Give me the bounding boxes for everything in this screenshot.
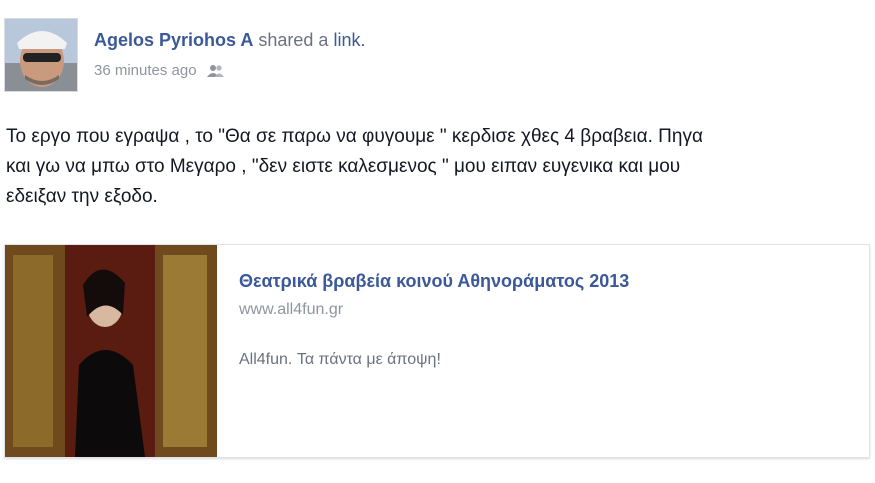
post-body-line: Το εργο που εγραψα , το "Θα σε παρω να φ… — [6, 126, 703, 147]
shared-link-word[interactable]: link. — [333, 30, 365, 50]
post-body-line: εδειξαν την εξοδο. — [6, 186, 158, 207]
shared-link-description: All4fun. Τα πάντα με άποψη! — [239, 351, 441, 368]
author-avatar[interactable] — [4, 18, 78, 92]
shared-link-thumbnail[interactable] — [5, 245, 217, 457]
shared-link-domain: www.all4fun.gr — [239, 301, 344, 318]
story-meta: 36 minutes ago — [94, 62, 225, 79]
friends-icon[interactable] — [206, 64, 225, 78]
author-name-link[interactable]: Agelos Pyriohos A — [94, 30, 253, 50]
shared-link-title[interactable]: Θεατρικά βραβεία κοινού Αθηνοράματος 201… — [239, 271, 629, 292]
shared-link-card[interactable]: Θεατρικά βραβεία κοινού Αθηνοράματος 201… — [4, 244, 870, 458]
timestamp[interactable]: 36 minutes ago — [94, 62, 197, 79]
story-header: Agelos Pyriohos A shared a link. — [94, 30, 365, 51]
post-body: Το εργο που εγραψα , το "Θα σε παρω να φ… — [6, 122, 866, 212]
action-text: shared a — [258, 30, 329, 50]
post-body-line: και γω να μπω στο Μεγαρο , "δεν ειστε κα… — [6, 156, 681, 177]
